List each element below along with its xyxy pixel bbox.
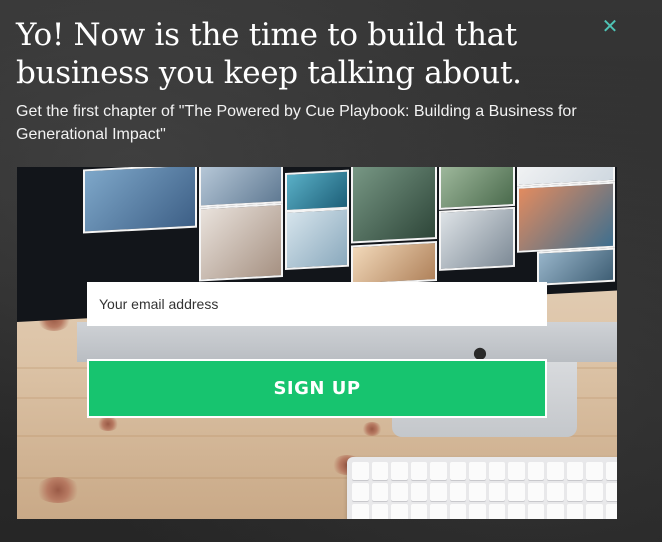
signup-popup: ✕ Yo! Now is the time to build that busi…	[0, 0, 662, 542]
screen-photo	[439, 167, 515, 210]
screen-photo	[537, 247, 615, 286]
popup-headline: Yo! Now is the time to build that busine…	[16, 17, 522, 91]
screen-photo	[351, 240, 437, 286]
screen-photo	[199, 167, 283, 208]
wood-knot	[362, 422, 382, 436]
screen-photo	[439, 206, 515, 271]
keyboard-image	[347, 457, 617, 519]
monitor-bezel	[77, 322, 617, 362]
email-input[interactable]	[87, 282, 547, 326]
screen-photo	[83, 167, 197, 234]
screen-photo	[199, 203, 283, 282]
screen-photo	[285, 207, 349, 270]
screen-photo	[285, 169, 349, 212]
hero-image: ● SIGN UP	[17, 167, 617, 519]
wood-knot	[35, 477, 81, 503]
signup-button[interactable]: SIGN UP	[87, 359, 547, 418]
wood-knot	[97, 417, 119, 431]
screen-photo	[351, 167, 437, 244]
screen-photo	[517, 181, 615, 253]
popup-subhead: Get the first chapter of "The Powered by…	[16, 103, 577, 143]
close-icon[interactable]: ✕	[600, 14, 620, 38]
